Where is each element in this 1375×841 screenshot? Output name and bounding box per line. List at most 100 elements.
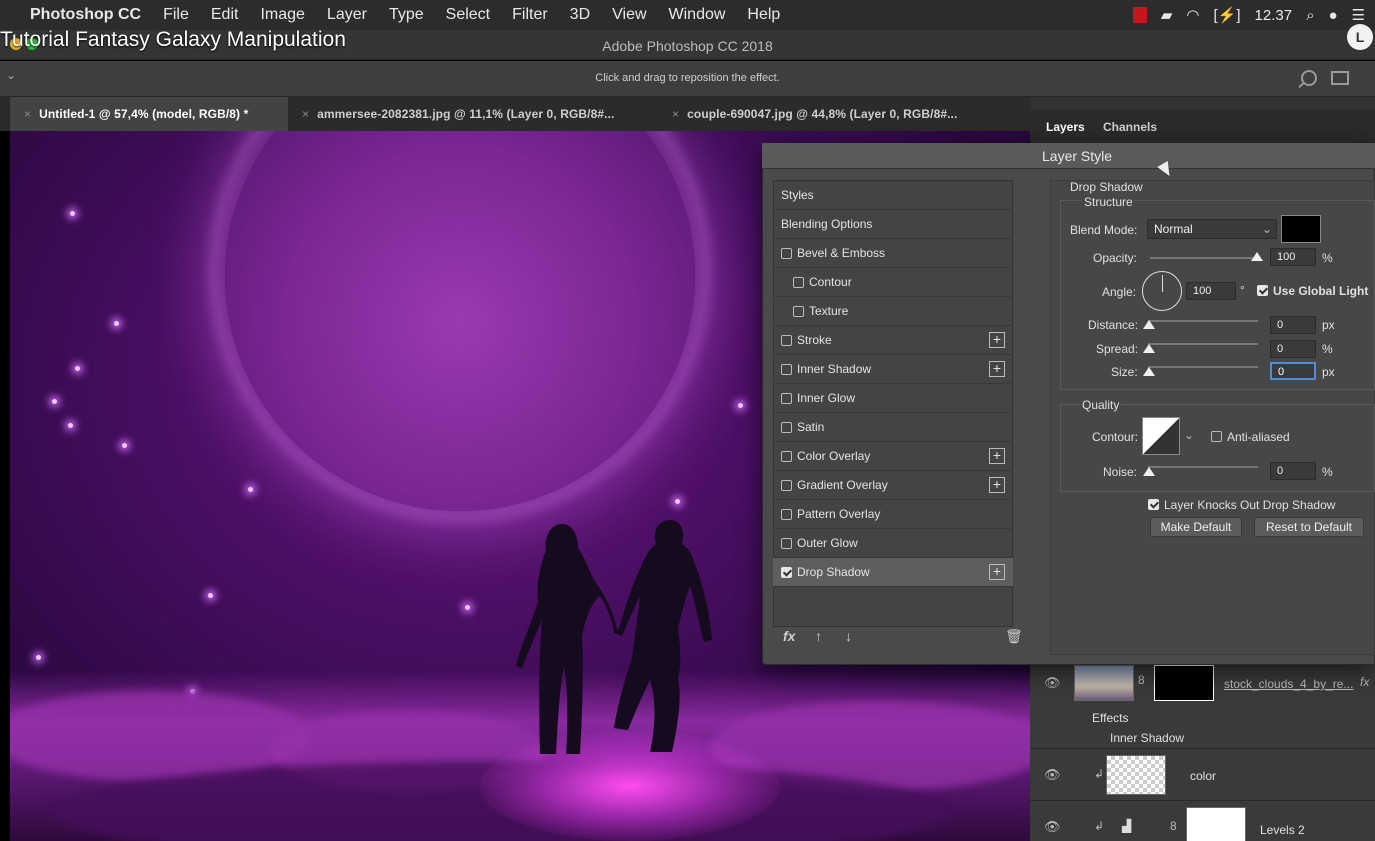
move-down-icon[interactable]: ↓ <box>845 628 852 644</box>
menu-edit[interactable]: Edit <box>211 6 239 24</box>
style-checkbox[interactable] <box>781 363 792 375</box>
tab-close-icon[interactable]: × <box>24 107 31 121</box>
spread-slider-thumb[interactable] <box>1143 344 1155 353</box>
style-item-styles[interactable]: Styles <box>773 181 1013 210</box>
menu-filter[interactable]: Filter <box>512 6 548 24</box>
anti-aliased-checkbox[interactable] <box>1211 431 1222 442</box>
style-checkbox[interactable] <box>781 450 792 462</box>
style-item-bevel-emboss[interactable]: Bevel & Emboss <box>773 239 1013 268</box>
style-item-blending-options[interactable]: Blending Options <box>773 210 1013 239</box>
layer-name[interactable]: color <box>1190 769 1216 783</box>
menu-layer[interactable]: Layer <box>327 6 367 24</box>
style-checkbox[interactable] <box>781 479 792 491</box>
spotlight-search-icon[interactable]: ⌕ <box>1306 7 1314 24</box>
watch-later-icon[interactable]: L <box>1347 24 1373 50</box>
menu-type[interactable]: Type <box>389 6 424 24</box>
spread-field[interactable]: 0 <box>1270 340 1316 358</box>
style-checkbox[interactable] <box>781 566 792 578</box>
knocks-out-checkbox[interactable] <box>1148 499 1159 510</box>
menu-help[interactable]: Help <box>747 6 780 24</box>
battery-icon[interactable]: [⚡] <box>1214 6 1241 24</box>
add-effect-plus-icon[interactable]: + <box>989 332 1005 348</box>
style-checkbox[interactable] <box>781 334 792 346</box>
menu-window[interactable]: Window <box>669 6 726 24</box>
tab-couple[interactable]: × couple-690047.jpg @ 44,8% (Layer 0, RG… <box>658 97 1030 131</box>
spread-slider[interactable] <box>1148 343 1258 345</box>
tab-untitled-1[interactable]: × Untitled-1 @ 57,4% (model, RGB/8) * <box>10 97 288 131</box>
opacity-slider-thumb[interactable] <box>1251 252 1263 261</box>
move-up-icon[interactable]: ↑ <box>815 628 822 644</box>
link-icon[interactable]: 8 <box>1170 819 1177 833</box>
style-item-pattern-overlay[interactable]: Pattern Overlay <box>773 500 1013 529</box>
workspace-icon[interactable] <box>1331 71 1349 85</box>
add-effect-plus-icon[interactable]: + <box>989 361 1005 377</box>
contour-preview[interactable] <box>1142 417 1180 455</box>
menu-3d[interactable]: 3D <box>570 6 590 24</box>
style-item-drop-shadow[interactable]: Drop Shadow + <box>773 558 1013 587</box>
airplay-icon[interactable]: ▰ <box>1161 6 1173 24</box>
size-slider[interactable] <box>1148 366 1258 368</box>
add-effect-plus-icon[interactable]: + <box>989 564 1005 580</box>
tab-channels[interactable]: Channels <box>1103 120 1157 134</box>
chevron-down-icon[interactable]: ⌄ <box>1184 428 1194 442</box>
search-icon[interactable] <box>1301 70 1317 86</box>
notification-icon[interactable]: ☰ <box>1352 6 1365 24</box>
angle-dial[interactable] <box>1142 271 1182 311</box>
tab-close-icon[interactable]: × <box>672 107 679 121</box>
style-item-stroke[interactable]: Stroke + <box>773 326 1013 355</box>
menu-image[interactable]: Image <box>260 6 304 24</box>
noise-slider[interactable] <box>1148 466 1258 468</box>
distance-slider-thumb[interactable] <box>1143 320 1155 329</box>
wifi-icon[interactable]: ◠ <box>1186 6 1199 24</box>
add-effect-plus-icon[interactable]: + <box>989 448 1005 464</box>
layer-name[interactable]: Levels 2 <box>1260 823 1305 837</box>
visibility-eye-icon[interactable]: 👁 <box>1044 675 1061 691</box>
tab-layers[interactable]: Layers <box>1046 120 1085 134</box>
style-item-color-overlay[interactable]: Color Overlay + <box>773 442 1013 471</box>
use-global-light-label[interactable]: Use Global Light <box>1273 284 1368 298</box>
dialog-title[interactable]: Layer Style <box>762 143 1375 169</box>
opacity-slider[interactable] <box>1150 257 1260 259</box>
style-item-outer-glow[interactable]: Outer Glow <box>773 529 1013 558</box>
style-checkbox[interactable] <box>781 508 792 520</box>
style-item-contour[interactable]: Contour <box>773 268 1013 297</box>
distance-slider[interactable] <box>1148 320 1258 322</box>
record-icon[interactable] <box>1132 7 1147 23</box>
fx-menu-button[interactable]: fx <box>783 628 795 644</box>
anti-aliased-label[interactable]: Anti-aliased <box>1227 430 1290 444</box>
layer-name[interactable]: stock_clouds_4_by_re... <box>1224 677 1353 691</box>
fx-indicator-icon[interactable]: fx <box>1360 675 1369 689</box>
angle-field[interactable]: 100 <box>1186 282 1236 300</box>
style-item-gradient-overlay[interactable]: Gradient Overlay + <box>773 471 1013 500</box>
style-item-inner-shadow[interactable]: Inner Shadow + <box>773 355 1013 384</box>
noise-slider-thumb[interactable] <box>1143 467 1155 476</box>
style-item-texture[interactable]: Texture <box>773 297 1013 326</box>
link-icon[interactable]: 8 <box>1138 673 1145 687</box>
tab-ammersee[interactable]: × ammersee-2082381.jpg @ 11,1% (Layer 0,… <box>288 97 658 131</box>
siri-icon[interactable]: ● <box>1328 7 1337 24</box>
effect-inner-shadow[interactable]: Inner Shadow <box>1110 731 1184 745</box>
layer-row-color[interactable]: 👁 ↲ color <box>1030 748 1375 800</box>
size-field[interactable]: 0 <box>1270 362 1316 380</box>
menu-select[interactable]: Select <box>446 6 490 24</box>
style-checkbox[interactable] <box>781 537 792 549</box>
reset-to-default-button[interactable]: Reset to Default <box>1254 517 1364 537</box>
layer-row-levels[interactable]: 👁 ↲ ▟ 8 Levels 2 <box>1030 800 1375 841</box>
style-checkbox[interactable] <box>781 247 792 259</box>
style-checkbox[interactable] <box>781 421 792 433</box>
style-checkbox[interactable] <box>781 392 792 404</box>
style-checkbox[interactable] <box>793 276 804 288</box>
distance-field[interactable]: 0 <box>1270 316 1316 334</box>
tab-close-icon[interactable]: × <box>302 107 309 121</box>
blend-mode-select[interactable]: Normal ⌄ <box>1147 219 1277 239</box>
add-effect-plus-icon[interactable]: + <box>989 477 1005 493</box>
use-global-light-checkbox[interactable] <box>1257 285 1268 296</box>
menu-file[interactable]: File <box>163 6 189 24</box>
clock-time[interactable]: 12.37 <box>1255 7 1293 24</box>
knocks-out-label[interactable]: Layer Knocks Out Drop Shadow <box>1164 498 1335 512</box>
noise-field[interactable]: 0 <box>1270 462 1316 480</box>
effects-label[interactable]: Effects <box>1092 711 1128 725</box>
trash-icon[interactable]: 🗑 <box>1005 628 1023 645</box>
shadow-color-swatch[interactable] <box>1281 215 1321 243</box>
layer-row-clouds[interactable]: 👁 8 stock_clouds_4_by_re... fx Effects I… <box>1030 658 1375 748</box>
